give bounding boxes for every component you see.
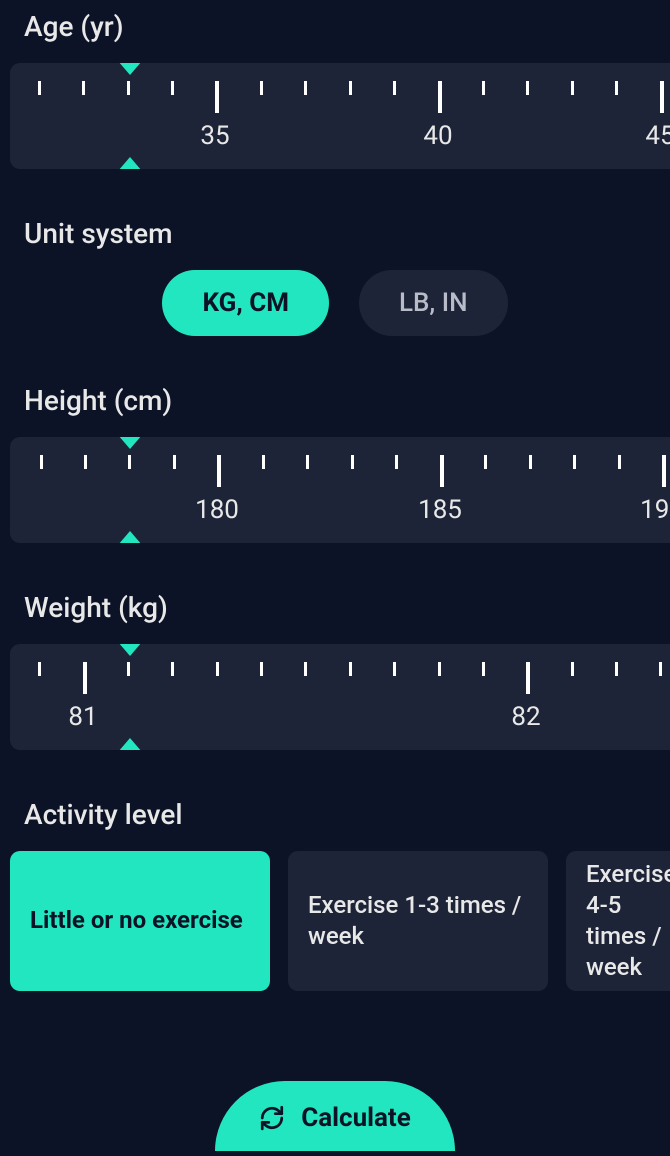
age-label: Age (yr) (24, 10, 646, 43)
ruler-tick (127, 81, 130, 95)
unit-metric-button[interactable]: KG, CM (162, 270, 329, 336)
ruler-tick-major (83, 662, 87, 694)
ruler-tick (571, 81, 574, 95)
ruler-tick (260, 662, 263, 676)
ruler-tick (216, 662, 219, 676)
weight-label: Weight (kg) (24, 591, 646, 624)
ruler-tick (128, 455, 131, 469)
ruler-tick-label: 81 (68, 702, 97, 732)
calculate-button[interactable]: Calculate (215, 1081, 455, 1151)
activity-option-1[interactable]: Exercise 1-3 times / week (288, 851, 548, 991)
ruler-tick (573, 455, 576, 469)
height-label: Height (cm) (24, 384, 646, 417)
ruler-tick (262, 455, 265, 469)
ruler-tick (395, 455, 398, 469)
refresh-icon (259, 1105, 285, 1131)
ruler-tick-major (662, 455, 666, 487)
ruler-tick (393, 81, 396, 95)
ruler-tick (304, 81, 307, 95)
height-slider[interactable]: 180 185 190 (10, 437, 670, 543)
ruler-tick (38, 662, 41, 676)
ruler-tick-major (526, 662, 530, 694)
ruler-tick (484, 455, 487, 469)
chevron-up-icon (118, 738, 142, 750)
activity-option-2[interactable]: Exercise 4-5 times / week (566, 851, 670, 991)
ruler-tick (40, 455, 43, 469)
ruler-tick (171, 662, 174, 676)
activity-option-0[interactable]: Little or no exercise (10, 851, 270, 991)
ruler-tick-major (215, 81, 219, 113)
ruler-tick-label: 45 (645, 121, 670, 151)
chevron-up-icon (118, 157, 142, 169)
weight-slider[interactable]: 81 82 (10, 644, 670, 750)
ruler-tick-label: 185 (418, 495, 462, 525)
ruler-tick (173, 455, 176, 469)
ruler-tick (171, 81, 174, 95)
ruler-tick (260, 81, 263, 95)
activity-label: Activity level (24, 798, 646, 831)
ruler-tick (393, 662, 396, 676)
ruler-tick-major (217, 455, 221, 487)
ruler-tick (529, 455, 532, 469)
ruler-tick-label: 35 (200, 121, 229, 151)
ruler-tick (38, 81, 41, 95)
ruler-tick (349, 662, 352, 676)
ruler-tick (351, 455, 354, 469)
ruler-tick (438, 662, 441, 676)
ruler-tick-major (660, 81, 664, 113)
ruler-tick-label: 40 (423, 121, 452, 151)
calculate-label: Calculate (301, 1103, 411, 1133)
ruler-tick (659, 662, 662, 676)
ruler-tick (84, 455, 87, 469)
chevron-up-icon (118, 531, 142, 543)
chevron-down-icon (118, 63, 142, 75)
ruler-tick-label: 180 (195, 495, 239, 525)
ruler-tick (82, 81, 85, 95)
ruler-tick (349, 81, 352, 95)
ruler-tick (615, 662, 618, 676)
ruler-tick-major (438, 81, 442, 113)
ruler-tick-label: 190 (640, 495, 670, 525)
ruler-tick-label: 82 (511, 702, 540, 732)
unit-label: Unit system (24, 217, 646, 250)
ruler-tick (618, 455, 621, 469)
ruler-tick (615, 81, 618, 95)
ruler-tick (306, 455, 309, 469)
ruler-tick (526, 81, 529, 95)
ruler-tick-major (440, 455, 444, 487)
chevron-down-icon (118, 644, 142, 656)
ruler-tick (127, 662, 130, 676)
ruler-tick (304, 662, 307, 676)
unit-imperial-button[interactable]: LB, IN (359, 270, 508, 336)
age-slider[interactable]: 35 40 45 (10, 63, 670, 169)
ruler-tick (482, 81, 485, 95)
ruler-tick (482, 662, 485, 676)
ruler-tick (571, 662, 574, 676)
chevron-down-icon (118, 437, 142, 449)
